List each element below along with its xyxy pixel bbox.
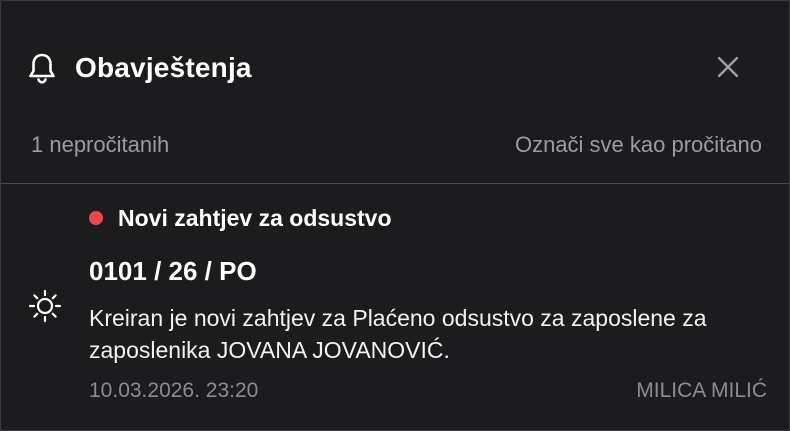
panel-title: Obavještenja [75,52,252,83]
bell-icon [29,53,55,84]
unread-dot [89,211,103,225]
unread-count: 1 nepročitanih [31,132,170,157]
notifications-panel: Obavještenja 1 nepročitanih Označi sve k… [0,0,790,431]
notification-reference: 0101 / 26 / PO [89,256,257,286]
mark-all-read-link[interactable]: Označi sve kao pročitano [515,131,762,159]
notification-item[interactable]: Novi zahtjev za odsustvo 0101 / 26 / PO … [1,184,789,430]
notification-author: MILICA MILIĆ [636,379,767,402]
sun-icon [28,289,62,323]
notification-title: Novi zahtjev za odsustvo [118,205,392,231]
panel-header: Obavještenja [1,1,789,111]
notification-timestamp: 10.03.2026. 23:20 [89,379,259,402]
notification-message: Kreiran je novi zahtjev za Plaćeno odsus… [89,305,707,363]
close-icon[interactable] [713,52,743,82]
